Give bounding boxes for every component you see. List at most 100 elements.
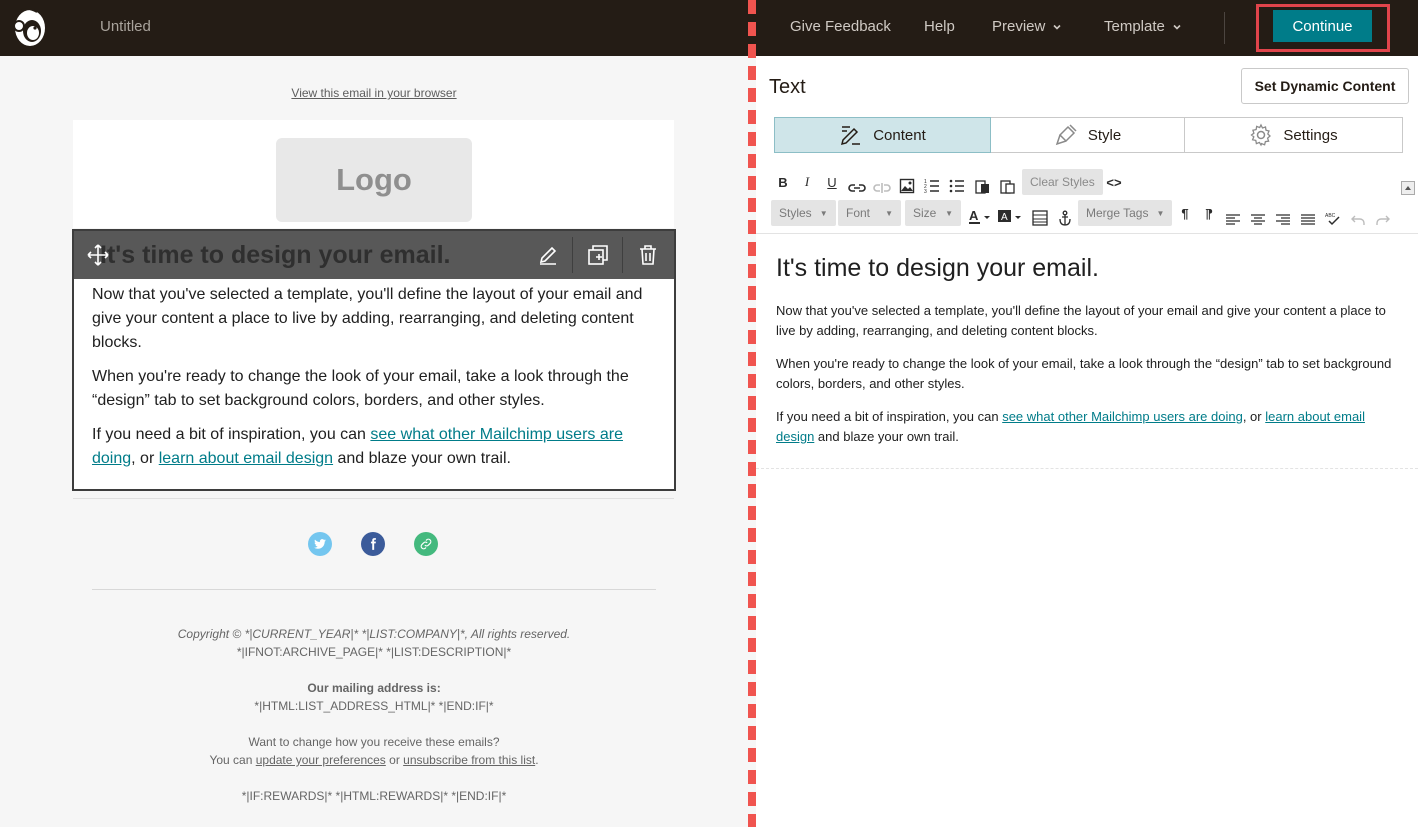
bulleted-list-icon[interactable]: [949, 173, 965, 199]
email-design-link[interactable]: learn about email design: [159, 450, 333, 467]
divider-line: [73, 498, 674, 499]
tab-content-label: Content: [873, 126, 926, 144]
template-menu[interactable]: Template: [1104, 18, 1182, 35]
panel-tabs: Content Style Settings: [774, 117, 1403, 153]
undo-icon[interactable]: [1351, 207, 1365, 233]
nav-divider: [1224, 12, 1225, 44]
block-toolbar: It's time to design your email.: [74, 231, 674, 279]
toolbar-separator: [572, 237, 573, 273]
unlink-icon[interactable]: [873, 175, 891, 201]
link-icon[interactable]: [414, 532, 438, 556]
editor-paragraph-3-text: , or: [1242, 409, 1266, 424]
twitter-icon[interactable]: [308, 532, 332, 556]
chevron-down-icon: [1053, 24, 1061, 30]
toolbar-separator: [622, 237, 623, 273]
pencil-lines-icon: [841, 126, 861, 146]
align-right-icon[interactable]: [1276, 207, 1290, 233]
editor-bottom-border: [756, 468, 1418, 469]
styles-label: Styles: [779, 206, 812, 220]
editor-paragraph-2[interactable]: When you're ready to change the look of …: [776, 354, 1396, 394]
tab-style[interactable]: Style: [991, 117, 1185, 153]
italic-button[interactable]: I: [800, 169, 814, 195]
paint-brush-icon: [1055, 124, 1077, 146]
document-title[interactable]: Untitled: [100, 18, 151, 35]
styles-dropdown[interactable]: Styles ▼: [771, 200, 836, 226]
block-paragraph-3-text: and blaze your own trail.: [333, 450, 511, 467]
logo-placeholder[interactable]: Logo: [276, 138, 472, 222]
source-code-button[interactable]: <>: [1104, 169, 1124, 195]
footer-address-label: Our mailing address is:: [307, 681, 441, 695]
caret-icon: ▼: [945, 208, 953, 218]
redo-icon[interactable]: [1376, 207, 1390, 233]
block-paragraph-2: When you're ready to change the look of …: [92, 368, 629, 409]
facebook-icon[interactable]: [361, 532, 385, 556]
footer-text: You can: [209, 753, 256, 767]
ltr-direction-icon[interactable]: ¶: [1178, 200, 1192, 226]
paste-plain-icon[interactable]: [999, 173, 1015, 199]
gear-icon: [1250, 123, 1272, 147]
font-dropdown[interactable]: Font ▼: [838, 200, 901, 226]
text-color-icon[interactable]: A: [968, 204, 992, 230]
size-dropdown[interactable]: Size ▼: [905, 200, 961, 226]
help-link[interactable]: Help: [924, 18, 955, 35]
table-icon[interactable]: [1032, 205, 1048, 231]
editor-panel: Text Set Dynamic Content Content Style S…: [756, 56, 1418, 827]
footer-text: .: [535, 753, 539, 767]
highlight-color-icon[interactable]: A: [997, 204, 1023, 230]
underline-button[interactable]: U: [824, 169, 840, 195]
justify-icon[interactable]: [1301, 207, 1315, 233]
editor-paragraph-3-text: and blaze your own trail.: [814, 429, 959, 444]
svg-text:ABC: ABC: [1325, 213, 1336, 219]
preview-label: Preview: [992, 18, 1046, 35]
template-label: Template: [1104, 18, 1165, 35]
numbered-list-icon[interactable]: 123: [924, 173, 940, 199]
unsubscribe-link[interactable]: unsubscribe from this list: [403, 753, 535, 767]
tab-content[interactable]: Content: [774, 117, 991, 153]
block-heading: It's time to design your email.: [100, 241, 451, 269]
split-divider[interactable]: [748, 0, 756, 827]
image-icon[interactable]: [899, 173, 915, 199]
collapse-toolbar-icon[interactable]: [1401, 175, 1415, 201]
email-preview: View this email in your browser Logo It'…: [0, 56, 748, 827]
block-paragraph-1: Now that you've selected a template, you…: [92, 286, 643, 351]
block-paragraph-3: If you need a bit of inspiration, you ca…: [92, 423, 658, 471]
duplicate-icon[interactable]: [586, 243, 610, 267]
text-content-block[interactable]: It's time to design your email. Now that…: [72, 229, 676, 491]
font-label: Font: [846, 206, 871, 220]
footer-text: or: [385, 753, 404, 767]
view-in-browser-link[interactable]: View this email in your browser: [0, 86, 748, 100]
footer-preferences: You can update your preferences or unsub…: [0, 753, 748, 767]
footer-copyright: Copyright © *|CURRENT_YEAR|* *|LIST:COMP…: [177, 627, 571, 641]
update-preferences-link[interactable]: update your preferences: [256, 753, 386, 767]
trash-icon[interactable]: [636, 243, 660, 267]
set-dynamic-content-button[interactable]: Set Dynamic Content: [1241, 68, 1409, 104]
give-feedback-link[interactable]: Give Feedback: [790, 18, 891, 35]
align-left-icon[interactable]: [1226, 207, 1240, 233]
editor-mailchimp-users-link[interactable]: see what other Mailchimp users are doing: [1002, 409, 1243, 424]
footer-address: *|HTML:LIST_ADDRESS_HTML|* *|END:IF|*: [254, 699, 494, 713]
align-center-icon[interactable]: [1251, 207, 1265, 233]
give-feedback-label: Give Feedback: [790, 18, 891, 35]
continue-button[interactable]: Continue: [1273, 10, 1372, 42]
chevron-down-icon: [1173, 24, 1181, 30]
move-icon[interactable]: [86, 243, 110, 267]
help-label: Help: [924, 18, 955, 35]
link-icon[interactable]: [848, 175, 866, 201]
tab-settings[interactable]: Settings: [1185, 117, 1403, 153]
anchor-icon[interactable]: [1057, 205, 1073, 231]
edit-icon[interactable]: [536, 243, 560, 267]
spellcheck-icon[interactable]: ABC: [1325, 205, 1341, 231]
freddie-icon[interactable]: [11, 6, 47, 48]
rtl-direction-icon[interactable]: ¶: [1202, 200, 1216, 226]
bold-button[interactable]: B: [775, 169, 791, 195]
clear-styles-button[interactable]: Clear Styles: [1022, 169, 1103, 195]
merge-tags-dropdown[interactable]: Merge Tags ▼: [1078, 200, 1173, 226]
footer-description: *|IFNOT:ARCHIVE_PAGE|* *|LIST:DESCRIPTIO…: [236, 645, 512, 659]
top-bar: Untitled Give Feedback Help Preview Temp…: [0, 0, 1418, 56]
size-label: Size: [913, 206, 937, 220]
preview-menu[interactable]: Preview: [992, 18, 1062, 35]
editor-heading[interactable]: It's time to design your email.: [776, 254, 1099, 283]
editor-paragraph-1[interactable]: Now that you've selected a template, you…: [776, 301, 1396, 341]
paste-icon[interactable]: [974, 173, 990, 199]
editor-paragraph-3[interactable]: If you need a bit of inspiration, you ca…: [776, 407, 1396, 447]
